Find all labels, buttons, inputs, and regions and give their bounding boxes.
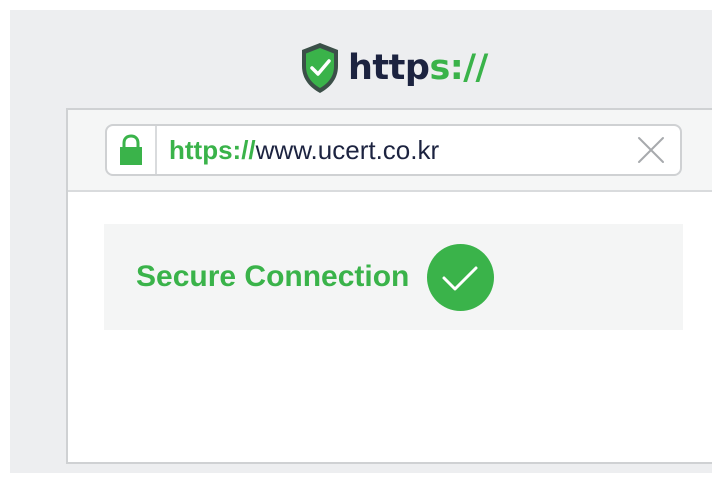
browser-window: https://www.ucert.co.kr Secure Connectio… — [66, 108, 712, 464]
lock-indicator[interactable] — [107, 126, 157, 174]
url-scheme: https:// — [169, 134, 256, 165]
check-circle-icon — [427, 243, 495, 311]
brand-suffix: s:// — [429, 47, 488, 88]
brand-text: https:// — [348, 47, 488, 88]
brand-prefix: http — [348, 47, 430, 88]
address-bar[interactable]: https://www.ucert.co.kr — [105, 124, 682, 176]
secure-connection-label: Secure Connection — [136, 260, 410, 293]
shield-check-icon — [302, 43, 338, 93]
header-logo: https:// — [300, 42, 488, 94]
clear-url-button[interactable] — [636, 135, 666, 165]
lock-icon — [120, 134, 142, 165]
page-background: https:// https://www.ucert.co.kr Secure … — [10, 10, 712, 473]
browser-toolbar: https://www.ucert.co.kr — [68, 110, 712, 192]
secure-connection-panel: Secure Connection — [104, 224, 683, 330]
url-text[interactable]: https://www.ucert.co.kr — [169, 135, 439, 166]
close-icon — [638, 137, 664, 163]
url-host: www.ucert.co.kr — [255, 134, 440, 165]
